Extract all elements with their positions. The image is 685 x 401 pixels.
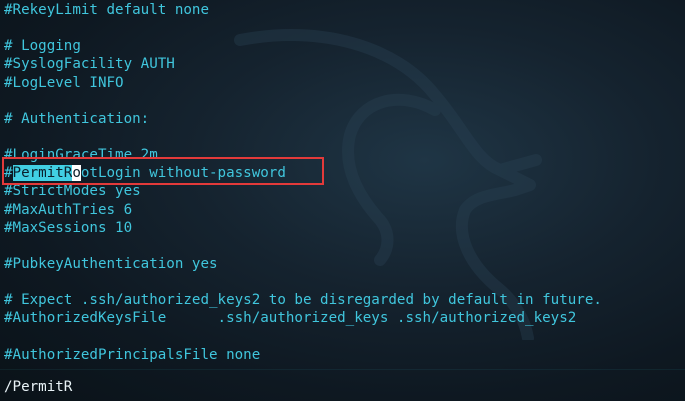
config-line: #MaxSessions 10 <box>4 219 133 236</box>
config-line: #RekeyLimit default none <box>4 2 209 18</box>
terminal-window[interactable]: #RekeyLimit default none # Logging #Sysl… <box>0 0 685 401</box>
config-line: # Expect .ssh/authorized_keys2 to be dis… <box>4 292 602 309</box>
config-line: # Logging <box>4 38 81 55</box>
config-line <box>4 128 685 146</box>
search-command-line[interactable]: /PermitR <box>4 378 72 396</box>
config-line <box>4 92 685 110</box>
config-line <box>4 237 685 255</box>
config-line: #AuthorizedPrincipalsFile none <box>4 346 261 363</box>
config-line: #LogLevel INFO <box>4 74 124 91</box>
config-line <box>4 19 685 37</box>
status-divider <box>0 369 685 370</box>
config-line <box>4 328 685 346</box>
config-line: #MaxAuthTries 6 <box>4 201 133 218</box>
config-line: #PubkeyAuthentication yes <box>4 255 218 272</box>
config-line: #AuthorizedKeysFile .ssh/authorized_keys… <box>4 310 577 327</box>
config-line: # Authentication: <box>4 110 150 127</box>
config-line: #SyslogFacility AUTH <box>4 56 175 73</box>
highlight-annotation-box <box>2 157 324 185</box>
config-line <box>4 273 685 291</box>
config-line: #StrictModes yes <box>4 183 141 200</box>
